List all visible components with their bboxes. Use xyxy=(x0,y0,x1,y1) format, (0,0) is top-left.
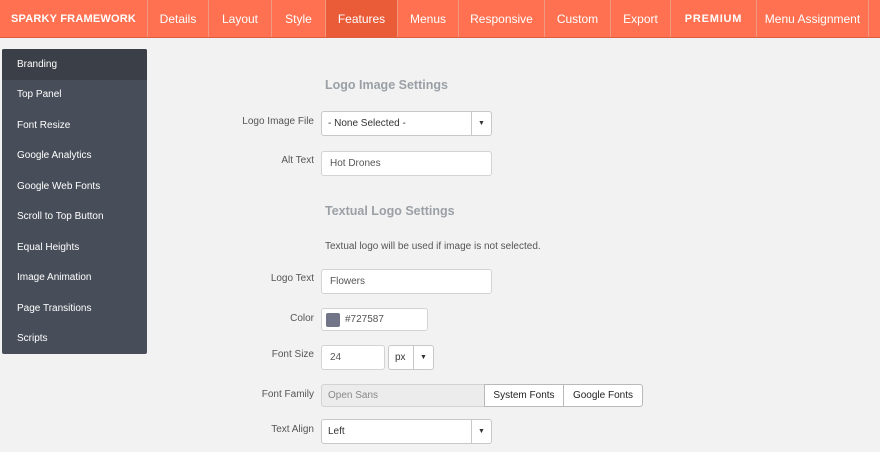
tab-custom[interactable]: Custom xyxy=(545,0,611,37)
font-family-value: Open Sans xyxy=(321,384,485,407)
sidebar-item-top-panel[interactable]: Top Panel xyxy=(2,80,147,111)
tab-style[interactable]: Style xyxy=(272,0,326,37)
logo-image-file-label: Logo Image File xyxy=(242,116,314,127)
sidebar-item-scroll-to-top[interactable]: Scroll to Top Button xyxy=(2,202,147,233)
caret-down-icon[interactable]: ▼ xyxy=(413,346,433,369)
sidebar-item-branding[interactable]: Branding xyxy=(2,49,147,80)
font-size-unit-value: px xyxy=(395,352,406,363)
text-align-value: Left xyxy=(328,426,345,437)
brand-logo: SPARKY FRAMEWORK xyxy=(0,0,148,37)
tab-layout[interactable]: Layout xyxy=(209,0,272,37)
tab-menus[interactable]: Menus xyxy=(398,0,459,37)
logo-image-file-select[interactable]: - None Selected - ▼ xyxy=(321,111,492,136)
font-family-label: Font Family xyxy=(261,389,314,400)
alt-text-input[interactable] xyxy=(321,151,492,176)
tab-details[interactable]: Details xyxy=(148,0,209,37)
color-picker-field[interactable]: #727587 xyxy=(321,308,428,331)
system-fonts-button[interactable]: System Fonts xyxy=(484,384,564,407)
caret-down-icon[interactable]: ▼ xyxy=(471,420,491,443)
alt-text-label: Alt Text xyxy=(281,155,314,166)
font-size-input[interactable] xyxy=(321,345,385,370)
color-label: Color xyxy=(290,313,314,324)
tab-features[interactable]: Features xyxy=(326,0,398,37)
color-hex-value: #727587 xyxy=(345,314,384,325)
tab-premium[interactable]: PREMIUM xyxy=(671,0,757,37)
logo-image-settings-title: Logo Image Settings xyxy=(325,78,448,92)
textual-logo-settings-title: Textual Logo Settings xyxy=(325,204,455,218)
sidebar-item-google-web-fonts[interactable]: Google Web Fonts xyxy=(2,171,147,202)
google-fonts-button[interactable]: Google Fonts xyxy=(563,384,643,407)
font-size-label: Font Size xyxy=(271,349,314,360)
tab-export[interactable]: Export xyxy=(611,0,671,37)
font-size-unit-select[interactable]: px ▼ xyxy=(388,345,434,370)
sidebar-item-equal-heights[interactable]: Equal Heights xyxy=(2,232,147,263)
top-nav-bar: SPARKY FRAMEWORK Details Layout Style Fe… xyxy=(0,0,880,38)
tab-responsive[interactable]: Responsive xyxy=(459,0,545,37)
sidebar: Branding Top Panel Font Resize Google An… xyxy=(2,49,147,354)
text-align-label: Text Align xyxy=(271,424,314,435)
logo-text-input[interactable] xyxy=(321,269,492,294)
tab-menu-assignment[interactable]: Menu Assignment xyxy=(757,0,869,37)
text-align-select[interactable]: Left ▼ xyxy=(321,419,492,444)
color-swatch[interactable] xyxy=(326,312,340,327)
logo-image-file-value: - None Selected - xyxy=(328,118,406,129)
logo-text-label: Logo Text xyxy=(270,273,314,284)
caret-down-icon[interactable]: ▼ xyxy=(471,112,491,135)
textual-logo-note: Textual logo will be used if image is no… xyxy=(325,241,541,252)
